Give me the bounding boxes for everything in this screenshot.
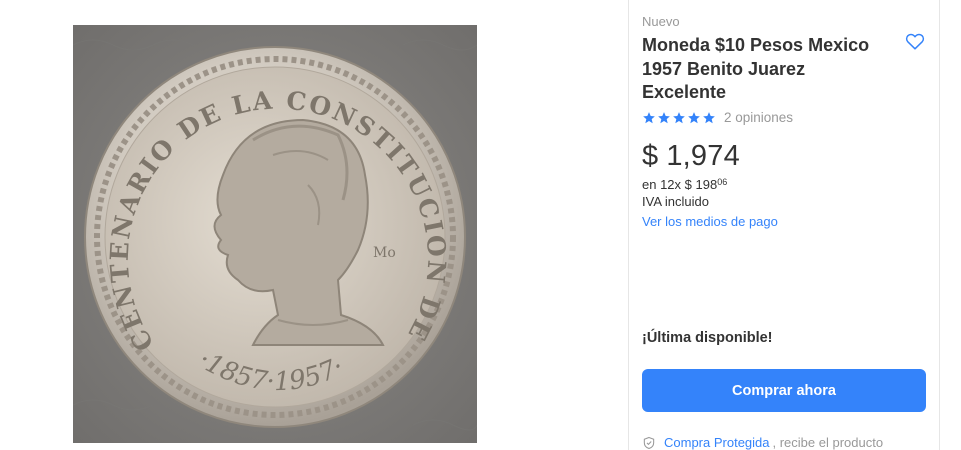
- mint-mark: Mo: [373, 245, 396, 261]
- star-icon: [703, 111, 715, 123]
- star-rating: [642, 111, 716, 125]
- installments: en 12x $ 19806: [642, 177, 727, 192]
- star-icon: [658, 111, 670, 123]
- star-icon: [673, 111, 685, 123]
- price: $ 1,974: [642, 140, 740, 173]
- buy-now-button[interactable]: Comprar ahora: [642, 369, 926, 412]
- price-amount: 1,974: [666, 140, 740, 172]
- payment-methods-link[interactable]: Ver los medios de pago: [642, 214, 778, 229]
- shield-check-icon: [643, 436, 655, 449]
- installments-text: en 12x $ 198: [642, 177, 718, 192]
- reviews-count: 2 opiniones: [724, 110, 794, 125]
- star-icon: [643, 111, 655, 123]
- product-gallery: CENTENARIO DE LA CONSTITUCION DE MEXICO …: [0, 0, 628, 450]
- condition-label: Nuevo: [642, 14, 680, 29]
- product-info-panel: Nuevo Moneda $10 Pesos Mexico 1957 Benit…: [628, 0, 940, 450]
- protection-text: , recibe el producto: [772, 435, 884, 450]
- price-currency: $: [642, 140, 659, 172]
- coin-image: CENTENARIO DE LA CONSTITUCION DE MEXICO …: [73, 25, 477, 443]
- purchase-protection: Compra Protegida, recibe el producto: [642, 435, 883, 450]
- installments-cents: 06: [717, 177, 728, 187]
- protected-purchase-link[interactable]: Compra Protegida: [664, 435, 770, 450]
- product-image[interactable]: CENTENARIO DE LA CONSTITUCION DE MEXICO …: [73, 25, 477, 443]
- star-icon: [688, 111, 700, 123]
- stock-status: ¡Última disponible!: [642, 330, 773, 346]
- heart-outline-icon[interactable]: [904, 30, 926, 52]
- rating-summary[interactable]: 2 opiniones: [642, 110, 793, 125]
- product-title: Moneda $10 Pesos Mexico 1957 Benito Juar…: [642, 35, 870, 102]
- tax-note: IVA incluido: [642, 194, 709, 209]
